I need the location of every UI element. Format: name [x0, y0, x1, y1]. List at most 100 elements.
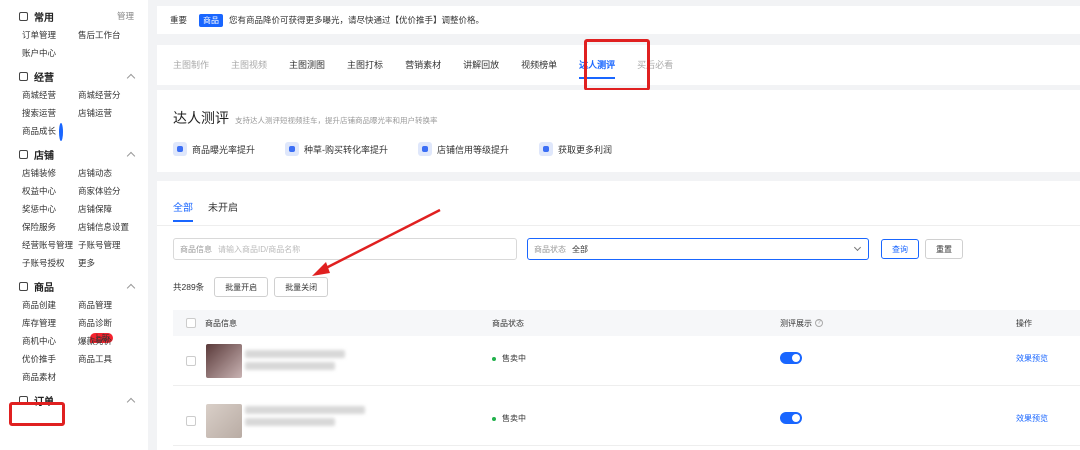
feature-label: 获取更多利润 [558, 144, 613, 155]
sidebar-item-label: 商机中心 [22, 336, 57, 346]
sidebar-item-opportunity[interactable]: 商机中心 上新 [22, 332, 114, 350]
help-icon[interactable]: ? [815, 319, 823, 327]
intro-card: 达人测评 支持达人测评短视频挂车，提升店铺商品曝光率和用户转换率 商品曝光率提升… [157, 90, 1080, 172]
sidebar-item[interactable]: 店铺信息设置 [78, 218, 148, 236]
product-status-select[interactable]: 商品状态 全部 [527, 238, 869, 260]
chevron-up-icon[interactable] [126, 73, 136, 83]
highlight-box-tab [584, 39, 650, 91]
sidebar-item[interactable]: 子账号授权 [22, 254, 78, 272]
section-head-product[interactable]: 商品 [19, 276, 148, 296]
product-icon [19, 281, 28, 291]
sidebar-item[interactable]: 店铺动态 [78, 164, 148, 182]
chevron-up-icon[interactable] [126, 283, 136, 293]
tab-main-video[interactable]: 主图视频 [231, 45, 267, 85]
sidebar-item[interactable]: 库存管理 [22, 314, 78, 332]
select-all-checkbox[interactable] [186, 318, 196, 328]
section-common: 常用 管理 订单管理 售后工作台 账户中心 [0, 6, 148, 62]
sidebar-item[interactable]: 商城经营分 [78, 86, 148, 104]
business-icon [19, 71, 28, 81]
tab-video-rank[interactable]: 视频榜单 [521, 45, 557, 85]
section-head-common[interactable]: 常用 管理 [19, 6, 148, 26]
table-header: 商品信息 商品状态 测评展示? 操作 [173, 310, 1080, 336]
sidebar-item[interactable]: 奖惩中心 [22, 200, 78, 218]
tab-image-tag[interactable]: 主图打标 [347, 45, 383, 85]
status-dot-icon [492, 416, 496, 421]
folder-icon [19, 11, 28, 21]
sidebar-item[interactable]: 商家体验分 [78, 182, 148, 200]
blurred-title [245, 418, 335, 426]
batch-open-button[interactable]: 批量开启 [214, 277, 269, 297]
list-panel: 全部 未开启 商品信息 请输入商品ID/商品名称 商品状态 全部 查询 重置 共… [157, 181, 1080, 450]
batch-close-button[interactable]: 批量关闭 [274, 277, 329, 297]
main-content: 重要 商品 您有商品降价可获得更多曝光，请尽快通过【优价推手】调整价格。 主图制… [157, 0, 1080, 450]
field-placeholder: 请输入商品ID/商品名称 [218, 244, 301, 254]
tab-main-image[interactable]: 主图制作 [173, 45, 209, 85]
sidebar-item[interactable]: 优价推手 [22, 350, 78, 368]
sidebar-item[interactable]: 商品诊断 [78, 314, 148, 332]
sidebar-item-product-material[interactable]: 商品素材 [22, 368, 78, 386]
eval-toggle[interactable] [780, 412, 802, 424]
status-text: 售卖中 [502, 414, 526, 423]
sidebar-item[interactable]: 订单管理 [22, 26, 78, 44]
product-thumbnail [206, 344, 242, 378]
sidebar-item[interactable]: 店铺装修 [22, 164, 78, 182]
chevron-up-icon[interactable] [126, 397, 136, 407]
credit-icon [418, 142, 433, 156]
sidebar-item[interactable]: 商品工具 [78, 350, 148, 368]
feature-label: 商品曝光率提升 [192, 144, 256, 155]
tab-image-test[interactable]: 主图测图 [289, 45, 325, 85]
sidebar-item[interactable]: 店铺运营 [78, 104, 148, 122]
chevron-up-icon[interactable] [126, 151, 136, 161]
sidebar-item[interactable]: 子账号管理 [78, 236, 148, 254]
sidebar-item[interactable]: 售后工作台 [78, 26, 148, 44]
section-title: 商品 [34, 282, 54, 294]
sidebar-item-growth[interactable]: 商品成长 [22, 122, 78, 141]
section-head-shop[interactable]: 店铺 [19, 144, 148, 164]
blurred-title [245, 362, 335, 370]
select-value: 全部 [572, 244, 588, 254]
sidebar-item[interactable]: 店铺保障 [78, 200, 148, 218]
batch-row: 共289条 批量开启 批量关闭 [173, 277, 334, 297]
section-title: 常用 [34, 12, 54, 24]
row-checkbox[interactable] [186, 416, 196, 426]
section-shop: 店铺 店铺装修 店铺动态 权益中心 商家体验分 奖惩中心 店铺保障 保险服务 店… [0, 144, 148, 272]
tab-replay[interactable]: 讲解回放 [463, 45, 499, 85]
section-title: 店铺 [34, 150, 54, 162]
column-header-label: 测评展示 [780, 318, 812, 328]
sidebar-item[interactable]: 搜索运营 [22, 104, 78, 122]
reset-button[interactable]: 重置 [925, 239, 963, 259]
preview-link[interactable]: 效果预览 [1016, 413, 1048, 424]
sidebar-item[interactable]: 账户中心 [22, 44, 78, 62]
notice-message[interactable]: 您有商品降价可获得更多曝光，请尽快通过【优价推手】调整价格。 [229, 14, 484, 26]
tab-marketing[interactable]: 营销素材 [405, 45, 441, 85]
column-header-info: 商品信息 [205, 318, 237, 328]
subtab-all[interactable]: 全部 [173, 199, 193, 222]
sidebar-item[interactable]: 经营账号管理 [22, 236, 78, 254]
status-cell: 售卖中 [492, 353, 526, 364]
divider [157, 225, 1080, 226]
status-text: 售卖中 [502, 354, 526, 363]
status-cell: 售卖中 [492, 413, 526, 424]
sidebar-item[interactable]: 保险服务 [22, 218, 78, 236]
sidebar: 常用 管理 订单管理 售后工作台 账户中心 经营 商城经营 商城经营分 搜索运营… [0, 0, 148, 450]
field-label: 商品信息 [180, 244, 212, 254]
row-checkbox[interactable] [186, 356, 196, 366]
status-dot-icon [492, 356, 496, 361]
subtab-not-enabled[interactable]: 未开启 [208, 199, 238, 222]
sidebar-item[interactable]: 商城经营 [22, 86, 78, 104]
sidebar-item[interactable]: 商品管理 [78, 296, 148, 314]
section-head-business[interactable]: 经营 [19, 66, 148, 86]
sidebar-item[interactable]: 商品创建 [22, 296, 78, 314]
product-info-input[interactable]: 商品信息 请输入商品ID/商品名称 [173, 238, 517, 260]
eval-toggle[interactable] [780, 352, 802, 364]
sidebar-item[interactable]: 权益中心 [22, 182, 78, 200]
sidebar-item[interactable]: 爆款竞价 [78, 332, 148, 350]
sidebar-item[interactable]: 更多 [78, 254, 148, 272]
feature-item: 店铺信用等级提升 [418, 142, 509, 156]
profit-icon [539, 142, 554, 156]
highlight-box-sidebar [9, 402, 65, 426]
manage-link[interactable]: 管理 [117, 10, 134, 22]
section-business: 经营 商城经营 商城经营分 搜索运营 店铺运营 商品成长 [0, 66, 148, 141]
query-button[interactable]: 查询 [881, 239, 919, 259]
preview-link[interactable]: 效果预览 [1016, 353, 1048, 364]
